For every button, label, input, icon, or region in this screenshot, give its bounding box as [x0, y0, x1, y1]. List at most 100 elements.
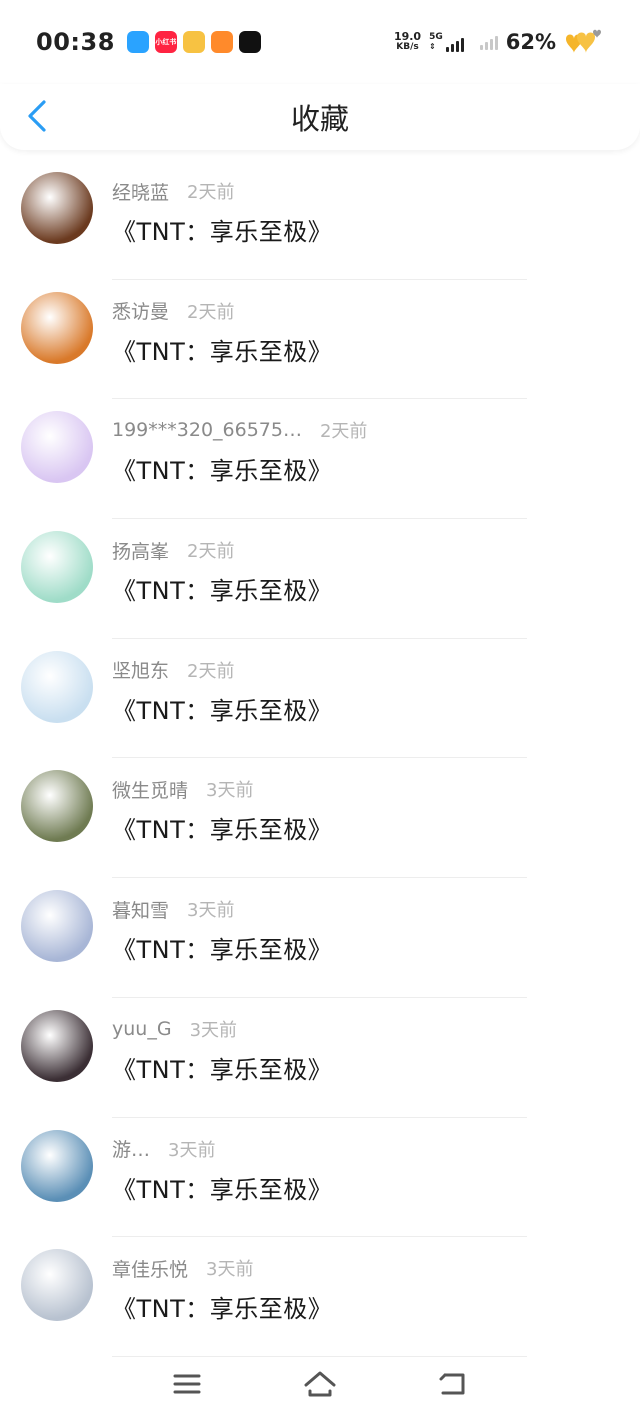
user-name[interactable]: 经晓蓝: [112, 178, 169, 205]
user-name[interactable]: 章佳乐悦: [112, 1255, 188, 1282]
status-right: 19.0 KB/s 5G ⇕ 62%: [394, 27, 604, 57]
network-speed-value: 19.0: [393, 30, 422, 43]
item-body: 悉访曼 2天前《TNT：享乐至极》: [112, 298, 610, 367]
item-body: 游… 3天前《TNT：享乐至极》: [112, 1136, 610, 1205]
list-item[interactable]: 暮知雪 3天前《TNT：享乐至极》: [0, 878, 640, 998]
avatar[interactable]: [21, 1009, 93, 1082]
timestamp: 3天前: [189, 1019, 238, 1041]
item-title[interactable]: 《TNT：享乐至极》: [112, 1050, 610, 1085]
item-meta: yuu_G 3天前: [112, 1016, 610, 1042]
item-meta: 暮知雪 3天前: [112, 896, 610, 922]
xiaohongshu-icon: 小红书: [154, 31, 177, 53]
avatar[interactable]: [21, 531, 93, 604]
list-item[interactable]: 199***320_66575… 2天前《TNT：享乐至极》: [0, 399, 640, 520]
list-item[interactable]: 坚旭东 2天前《TNT：享乐至极》: [0, 639, 640, 759]
list-item[interactable]: 微生觅晴 3天前《TNT：享乐至极》: [0, 758, 640, 879]
item-body: 微生觅晴 3天前《TNT：享乐至极》: [112, 776, 610, 845]
item-title[interactable]: 《TNT：享乐至极》: [112, 451, 610, 486]
system-navigation-bar: [0, 1346, 640, 1422]
network-type: 5G ⇕: [429, 32, 443, 52]
item-title[interactable]: 《TNT：享乐至极》: [112, 212, 610, 247]
tiktok-icon: [238, 31, 261, 53]
avatar[interactable]: [21, 1249, 93, 1322]
avatar[interactable]: [21, 770, 93, 843]
list-item[interactable]: 章佳乐悦 3天前《TNT：享乐至极》: [0, 1237, 640, 1357]
item-body: 经晓蓝 2天前《TNT：享乐至极》: [112, 178, 610, 247]
item-meta: 经晓蓝 2天前: [112, 178, 610, 204]
user-name[interactable]: 暮知雪: [112, 896, 169, 923]
chevron-left-icon: [28, 100, 46, 132]
timestamp: 2天前: [187, 660, 235, 682]
item-meta: 游… 3天前: [112, 1136, 610, 1162]
list-item[interactable]: 经晓蓝 2天前《TNT：享乐至极》: [0, 160, 640, 280]
user-name[interactable]: 199***320_66575…: [112, 419, 302, 441]
back-button[interactable]: [22, 98, 52, 134]
item-meta: 章佳乐悦 3天前: [112, 1255, 610, 1281]
network-speed: 19.0 KB/s: [394, 31, 421, 53]
list-item[interactable]: 扬高峯 2天前《TNT：享乐至极》: [0, 519, 640, 639]
timestamp: 2天前: [187, 301, 235, 323]
list-item[interactable]: 游… 3天前《TNT：享乐至极》: [0, 1118, 640, 1238]
item-title[interactable]: 《TNT：享乐至极》: [112, 930, 610, 965]
video-app-icon: [210, 31, 233, 53]
item-body: 章佳乐悦 3天前《TNT：享乐至极》: [112, 1255, 610, 1324]
item-body: 扬高峯 2天前《TNT：享乐至极》: [112, 537, 610, 606]
back-nav-button[interactable]: [433, 1364, 473, 1404]
timestamp: 3天前: [206, 780, 254, 802]
hearts-battery-icon: [564, 27, 604, 57]
item-body: 暮知雪 3天前《TNT：享乐至极》: [112, 896, 610, 965]
timestamp: 3天前: [187, 900, 235, 922]
battery-level: 62%: [505, 30, 556, 54]
signal-bars-secondary-icon: [479, 34, 498, 50]
item-title[interactable]: 《TNT：享乐至极》: [112, 1289, 610, 1324]
item-meta: 微生觅晴 3天前: [112, 776, 610, 802]
timestamp: 2天前: [187, 541, 235, 563]
status-time: 00:38: [36, 28, 115, 56]
weibo-icon: [182, 31, 205, 53]
avatar[interactable]: [21, 890, 93, 963]
item-meta: 悉访曼 2天前: [112, 298, 610, 324]
menu-icon: [173, 1374, 201, 1394]
item-title[interactable]: 《TNT：享乐至极》: [112, 691, 610, 726]
item-title[interactable]: 《TNT：享乐至极》: [112, 571, 610, 606]
item-title[interactable]: 《TNT：享乐至极》: [112, 1170, 610, 1205]
user-name[interactable]: 坚旭东: [112, 656, 169, 683]
menu-button[interactable]: [167, 1364, 207, 1404]
item-body: 坚旭东 2天前《TNT：享乐至极》: [112, 657, 610, 726]
item-title[interactable]: 《TNT：享乐至极》: [112, 332, 610, 367]
network-speed-unit: KB/s: [396, 42, 419, 52]
favorites-list: 经晓蓝 2天前 《TNT：享乐至极》 悉访曼 2天前 《TNT：享乐至极》 199***32…: [0, 160, 640, 1357]
item-body: 199***320_66575… 2天前《TNT：享乐至极》: [112, 417, 610, 486]
avatar[interactable]: [21, 650, 93, 723]
return-icon: [439, 1373, 465, 1395]
timestamp: 2天前: [187, 182, 235, 203]
user-name[interactable]: 悉访曼: [112, 297, 169, 324]
home-button[interactable]: [300, 1364, 340, 1404]
avatar[interactable]: [21, 291, 93, 364]
item-meta: 坚旭东 2天前: [112, 657, 610, 683]
signal-bars-icon: [445, 36, 464, 52]
status-bar: 00:38 小红书 19.0 KB/s 5G ⇕ 62%: [0, 0, 640, 84]
timestamp: 2天前: [319, 421, 368, 443]
user-name[interactable]: 扬高峯: [112, 537, 169, 564]
item-title[interactable]: 《TNT：享乐至极》: [112, 810, 610, 845]
item-meta: 扬高峯 2天前: [112, 537, 610, 563]
timestamp: 3天前: [168, 1139, 216, 1161]
network-type-label: 5G: [429, 32, 443, 42]
page-title: 收藏: [290, 102, 349, 136]
user-name[interactable]: 微生觅晴: [112, 776, 188, 803]
list-item[interactable]: 悉访曼 2天前《TNT：享乐至极》: [0, 280, 640, 400]
timestamp: 3天前: [206, 1259, 254, 1281]
data-arrows-icon: ⇕: [429, 42, 436, 51]
user-name[interactable]: yuu_G: [112, 1018, 172, 1040]
app-icon-1: [126, 31, 149, 53]
avatar[interactable]: [21, 172, 93, 244]
list-item[interactable]: yuu_G 3天前《TNT：享乐至极》: [0, 998, 640, 1118]
avatar[interactable]: [21, 1129, 93, 1202]
home-icon: [304, 1371, 336, 1397]
avatar[interactable]: [21, 411, 93, 484]
nav-bar: 收藏: [0, 84, 640, 150]
item-meta: 199***320_66575… 2天前: [112, 417, 610, 443]
signal-5g: 5G ⇕: [429, 32, 464, 52]
user-name[interactable]: 游…: [112, 1135, 150, 1162]
